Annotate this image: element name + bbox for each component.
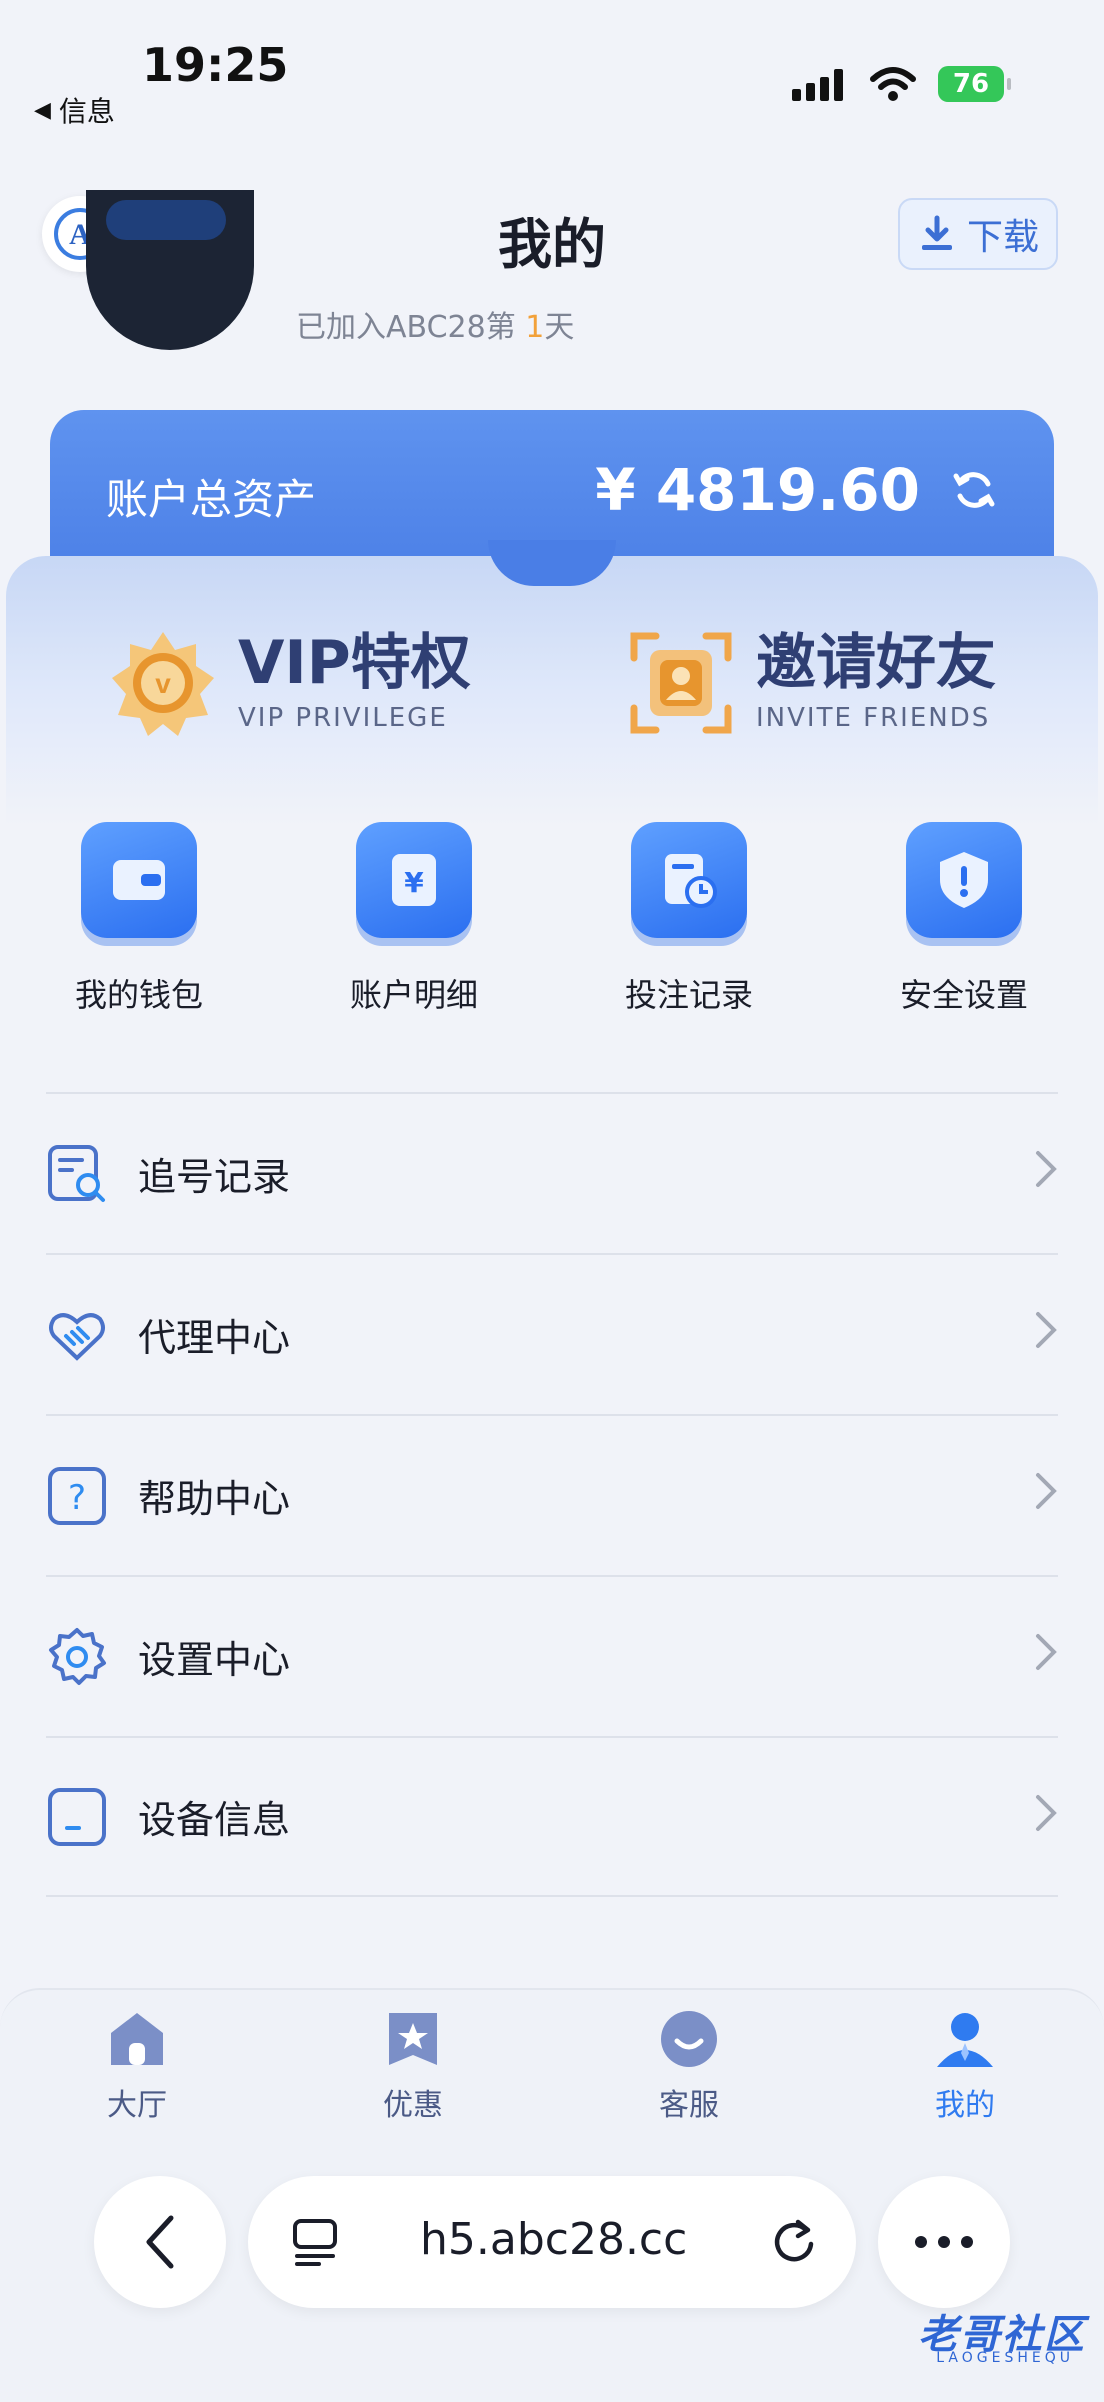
- chevron-right-icon: [1036, 1473, 1057, 1509]
- svg-text:¥: ¥: [404, 866, 424, 899]
- quick-bet-record[interactable]: 投注记录: [604, 822, 774, 1016]
- chevron-right-icon: [1036, 1634, 1057, 1670]
- chevron-left-icon: [146, 2215, 174, 2269]
- quick-account-detail[interactable]: ¥ 账户明细: [329, 822, 499, 1016]
- menu-list: 追号记录 代理中心 ? 帮助中心 设置中心 设备信息: [46, 1092, 1058, 1897]
- back-triangle-icon: ◀: [34, 97, 51, 123]
- wallet-icon: [81, 822, 197, 938]
- download-button[interactable]: 下载: [898, 198, 1058, 270]
- browser-back-button[interactable]: [94, 2176, 226, 2308]
- quick-wallet[interactable]: 我的钱包: [54, 822, 224, 1016]
- status-icons: 76: [792, 66, 1011, 102]
- invite-friends[interactable]: 邀请好友 INVITE FRIENDS: [626, 628, 996, 738]
- watermark-sub: LAOGESHEQU: [936, 2350, 1074, 2366]
- browser-more-button[interactable]: [878, 2176, 1010, 2308]
- search-record-icon: [46, 1143, 108, 1205]
- wifi-icon: [870, 67, 916, 101]
- vip-title: VIP特权: [238, 628, 471, 698]
- tab-customer-service[interactable]: 客服: [614, 2008, 764, 2124]
- tab-mine[interactable]: 我的: [890, 2008, 1040, 2124]
- invite-badge-icon: [630, 632, 732, 734]
- device-icon: [46, 1786, 108, 1848]
- tab-lobby[interactable]: 大厅: [62, 2008, 212, 2124]
- vip-badge-icon: v: [112, 632, 214, 736]
- avatar[interactable]: [86, 190, 254, 350]
- bill-icon: ¥: [356, 822, 472, 938]
- help-icon: ?: [46, 1465, 108, 1527]
- back-app-label: 信息: [58, 95, 115, 128]
- vip-privilege[interactable]: v VIP特权 VIP PRIVILEGE: [108, 628, 471, 738]
- back-to-app[interactable]: ◀ 信息: [34, 90, 115, 130]
- chevron-right-icon: [1036, 1795, 1057, 1831]
- menu-item-settings-center[interactable]: 设置中心: [46, 1575, 1058, 1736]
- asset-label: 账户总资产: [106, 475, 317, 524]
- download-icon: [921, 215, 952, 250]
- gear-icon: [46, 1626, 108, 1688]
- url-text: h5.abc28.cc: [420, 2214, 688, 2265]
- menu-item-device-info[interactable]: 设备信息: [46, 1736, 1058, 1897]
- more-dots-icon: [915, 2236, 973, 2248]
- reload-icon[interactable]: [770, 2218, 818, 2266]
- record-icon: [631, 822, 747, 938]
- invite-subtitle: INVITE FRIENDS: [756, 703, 991, 733]
- url-bar[interactable]: h5.abc28.cc: [248, 2176, 856, 2308]
- smile-icon: [614, 2008, 764, 2070]
- download-label: 下载: [966, 217, 1039, 258]
- chevron-right-icon: [1036, 1312, 1057, 1348]
- menu-item-agent-center[interactable]: 代理中心: [46, 1253, 1058, 1414]
- asset-value: ¥ 4819.60: [595, 456, 920, 524]
- quick-security[interactable]: 安全设置: [879, 822, 1049, 1016]
- home-icon: [62, 2008, 212, 2070]
- join-info: 已加入ABC28第 1天: [296, 310, 575, 345]
- menu-item-chase-record[interactable]: 追号记录: [46, 1092, 1058, 1253]
- handshake-heart-icon: [46, 1304, 108, 1366]
- signal-icon: [792, 67, 848, 101]
- menu-item-help-center[interactable]: ? 帮助中心: [46, 1414, 1058, 1575]
- invite-title: 邀请好友: [756, 628, 996, 698]
- svg-text:?: ?: [68, 1478, 86, 1518]
- battery-indicator: 76: [938, 66, 1011, 102]
- shield-icon: [906, 822, 1022, 938]
- bookmark-star-icon: [338, 2008, 488, 2070]
- user-icon: [890, 2008, 1040, 2070]
- chevron-right-icon: [1036, 1151, 1057, 1187]
- refresh-icon[interactable]: [950, 466, 998, 514]
- status-time: 19:25: [142, 38, 289, 92]
- vip-subtitle: VIP PRIVILEGE: [238, 703, 448, 733]
- svg-text:v: v: [155, 668, 171, 699]
- tab-promotions[interactable]: 优惠: [338, 2008, 488, 2124]
- tabs-overview-icon[interactable]: [292, 2218, 338, 2266]
